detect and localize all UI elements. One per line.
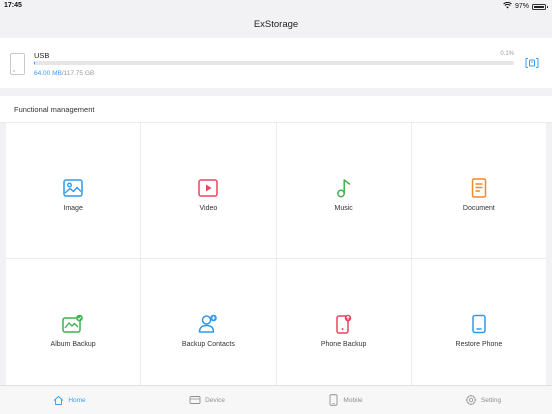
storage-scan-icon <box>525 58 539 68</box>
music-note-icon <box>333 177 355 199</box>
tab-device[interactable]: Device <box>138 386 276 414</box>
section-header: Functional management <box>0 96 552 123</box>
function-phone-backup[interactable]: Phone Backup <box>276 259 411 386</box>
section-title: Functional management <box>14 105 95 114</box>
video-icon <box>197 177 219 199</box>
wifi-icon <box>503 1 512 11</box>
device-icon <box>189 394 201 406</box>
gear-icon <box>465 394 477 406</box>
battery-percent: 97% <box>514 3 529 10</box>
tab-label: Home <box>68 396 86 404</box>
status-time: 17:45 <box>4 2 22 9</box>
tab-home[interactable]: Home <box>0 386 138 414</box>
document-icon <box>468 177 490 199</box>
storage-used: 64.00 MB <box>34 70 62 77</box>
page-title: ExStorage <box>253 19 299 30</box>
function-label: Image <box>63 205 83 212</box>
mobile-icon <box>327 394 339 406</box>
tab-mobile[interactable]: Mobile <box>276 386 414 414</box>
nav-bar: ExStorage <box>0 12 552 38</box>
function-label: Music <box>334 205 353 212</box>
function-backup-contacts[interactable]: Backup Contacts <box>141 259 276 386</box>
tab-label: Setting <box>480 396 502 404</box>
tab-bar: Home Device Mobile Setting <box>0 385 552 414</box>
storage-card[interactable]: USB 0.1% 64.00 MB/117.75 GB <box>0 38 552 88</box>
function-video[interactable]: Video <box>141 123 276 258</box>
function-label: Album Backup <box>50 341 96 348</box>
tab-setting[interactable]: Setting <box>414 386 552 414</box>
backup-contacts-icon <box>197 313 219 335</box>
storage-size: 64.00 MB/117.75 GB <box>34 70 94 77</box>
function-restore-phone[interactable]: Restore Phone <box>411 259 546 386</box>
function-music[interactable]: Music <box>276 123 411 258</box>
function-document[interactable]: Document <box>411 123 546 258</box>
storage-usage-percent: 0.1% <box>500 51 514 57</box>
status-bar: 17:45 97% <box>0 0 552 12</box>
storage-progress-bar <box>34 61 514 65</box>
storage-name: USB <box>34 51 50 60</box>
function-label: Restore Phone <box>455 341 503 348</box>
function-label: Phone Backup <box>320 341 367 348</box>
app-screen: 17:45 97% ExStorage USB 0.1% 64.00 MB/11… <box>0 0 552 414</box>
home-icon <box>52 394 64 406</box>
album-backup-icon <box>62 313 84 335</box>
function-label: Document <box>462 205 495 212</box>
function-image[interactable]: Image <box>6 123 141 258</box>
tab-label: Mobile <box>343 396 363 404</box>
tab-label: Device <box>205 396 225 404</box>
function-album-backup[interactable]: Album Backup <box>6 259 141 386</box>
storage-detail-button[interactable] <box>522 55 542 71</box>
status-indicators: 97% <box>503 1 548 11</box>
image-icon <box>62 177 84 199</box>
storage-total: /117.75 GB <box>61 70 95 77</box>
function-grid: Image Video Music Document Album Backup … <box>6 123 546 386</box>
storage-device-icon <box>10 53 25 75</box>
function-label: Video <box>199 205 218 212</box>
function-label: Backup Contacts <box>181 341 235 348</box>
battery-icon <box>532 3 548 10</box>
restore-phone-icon <box>468 313 490 335</box>
battery-fill <box>534 5 544 8</box>
phone-backup-icon <box>333 313 355 335</box>
